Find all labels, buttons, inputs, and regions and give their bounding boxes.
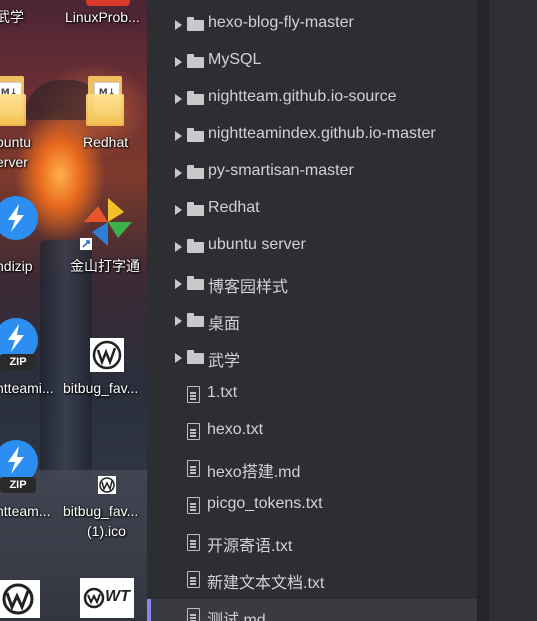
wt-logo-text: WT [105, 588, 130, 605]
folder-icon [187, 128, 204, 142]
tree-item-label: picgo_tokens.txt [207, 495, 323, 512]
tree-folder-nightteam-source[interactable]: nightteam.github.io-source [147, 81, 477, 118]
tree-file-test-md[interactable]: 测试.md [147, 599, 477, 621]
tree-item-label: hexo搭建.md [207, 464, 301, 481]
desktop-icon-redhat-label[interactable]: Redhat [83, 133, 128, 152]
tree-item-label: hexo-blog-fly-master [208, 14, 354, 31]
desktop-wallpaper: 武学 LinuxProb... M↓ buntu erver M↓ Redhat… [0, 0, 147, 621]
folder-md-icon[interactable]: M↓ [86, 76, 126, 126]
desktop-icon-bandizip-label[interactable]: ndizip [0, 257, 33, 276]
tree-file-picgo-tokens-txt[interactable]: picgo_tokens.txt [147, 488, 477, 525]
tree-folder-redhat[interactable]: Redhat [147, 192, 477, 229]
wt-logo-icon[interactable]: WT [80, 578, 134, 618]
tree-file-hexo-setup-md[interactable]: hexo搭建.md [147, 451, 477, 488]
chevron-right-icon[interactable] [175, 131, 182, 141]
tree-file-1-txt[interactable]: 1.txt [147, 377, 477, 414]
tree-folder-wuxue[interactable]: 武学 [147, 340, 477, 377]
tree-item-label: nightteam.github.io-source [208, 88, 397, 105]
sidebar-scrollbar[interactable] [477, 0, 489, 621]
tree-file-hexo-txt[interactable]: hexo.txt [147, 414, 477, 451]
tree-item-label: py-smartisan-master [208, 162, 354, 179]
folder-icon [187, 239, 204, 253]
editor-pane[interactable] [489, 0, 537, 621]
tree-file-open-source-txt[interactable]: 开源寄语.txt [147, 525, 477, 562]
desktop-icon-ubuntu-label-line2[interactable]: erver [0, 153, 28, 172]
file-icon [187, 608, 200, 621]
desktop-icon-bitbug2-label-line2[interactable]: (1).ico [87, 522, 126, 541]
desktop-icon-ubuntu-label[interactable]: buntu [0, 133, 31, 152]
tree-folder-ubuntu-server[interactable]: ubuntu server [147, 229, 477, 266]
zip-badge: ZIP [0, 477, 36, 493]
folder-icon [187, 350, 204, 364]
folder-icon [187, 165, 204, 179]
folder-icon [187, 202, 204, 216]
folder-md-icon[interactable]: M↓ [0, 76, 28, 126]
tree-item-label: MySQL [208, 51, 262, 68]
file-tree-sidebar: hexo-blog-fly-master MySQL nightteam.git… [147, 0, 477, 621]
tree-item-label: 开源寄语.txt [207, 538, 293, 555]
desktop-icon-zip2-label[interactable]: htteam... [0, 502, 50, 521]
chevron-right-icon[interactable] [175, 242, 182, 252]
tree-folder-mysql[interactable]: MySQL [147, 44, 477, 81]
desktop-icon-wuxue-label[interactable]: 武学 [0, 8, 24, 27]
file-icon [187, 386, 200, 403]
folder-icon [187, 313, 204, 327]
tree-item-label: Redhat [208, 199, 260, 216]
desktop-icon-bitbug2-label[interactable]: bitbug_fav... [63, 502, 138, 521]
chevron-right-icon[interactable] [175, 57, 182, 67]
bitbug-image-icon[interactable] [90, 338, 124, 372]
bitbug-image-icon[interactable] [0, 580, 40, 618]
tree-item-label: 测试.md [207, 612, 266, 621]
tree-folder-blog-styles[interactable]: 博客园样式 [147, 266, 477, 303]
chevron-right-icon[interactable] [175, 168, 182, 178]
desktop-icon-zip1-label[interactable]: htteami... [0, 379, 54, 398]
wallpaper-lantern-post [40, 240, 92, 480]
chevron-right-icon[interactable] [175, 205, 182, 215]
chevron-right-icon[interactable] [175, 94, 182, 104]
tree-item-label: ubuntu server [208, 236, 306, 253]
chevron-right-icon[interactable] [175, 20, 182, 30]
pinwheel-app-icon[interactable] [80, 194, 136, 250]
file-icon [187, 497, 200, 514]
tree-folder-hexo-blog-fly-master[interactable]: hexo-blog-fly-master [147, 7, 477, 44]
bandizip-icon[interactable] [0, 196, 38, 240]
folder-icon [187, 276, 204, 290]
tree-item-label: 博客园样式 [208, 279, 289, 296]
tree-item-label: nightteamindex.github.io-master [208, 125, 436, 142]
desktop-icon-bitbug1-label[interactable]: bitbug_fav... [63, 379, 138, 398]
tree-item-label: 新建文本文档.txt [207, 575, 325, 592]
tree-item-label: 武学 [208, 353, 241, 370]
linuxprobe-app-icon[interactable] [86, 0, 130, 6]
folder-icon [187, 91, 204, 105]
desktop-icon-jinshan-label[interactable]: 金山打字通 [70, 257, 140, 276]
file-icon [187, 460, 200, 477]
tree-item-label: 1.txt [207, 384, 238, 401]
tree-file-new-text-doc-txt[interactable]: 新建文本文档.txt [147, 562, 477, 599]
zip-badge: ZIP [0, 354, 36, 370]
chevron-right-icon[interactable] [175, 279, 182, 289]
file-icon [187, 423, 200, 440]
tree-item-label: hexo.txt [207, 421, 264, 438]
file-icon [187, 534, 200, 551]
tree-item-label: 桌面 [208, 316, 241, 333]
tree-folder-desktop[interactable]: 桌面 [147, 303, 477, 340]
bitbug-ico-icon[interactable] [98, 476, 116, 494]
chevron-right-icon[interactable] [175, 316, 182, 326]
folder-icon [187, 17, 204, 31]
chevron-right-icon[interactable] [175, 353, 182, 363]
tree-folder-py-smartisan-master[interactable]: py-smartisan-master [147, 155, 477, 192]
tree-folder-nightteamindex-master[interactable]: nightteamindex.github.io-master [147, 118, 477, 155]
file-icon [187, 571, 200, 588]
desktop-icon-linuxprobe-label[interactable]: LinuxProb... [65, 8, 140, 27]
folder-icon [187, 54, 204, 68]
